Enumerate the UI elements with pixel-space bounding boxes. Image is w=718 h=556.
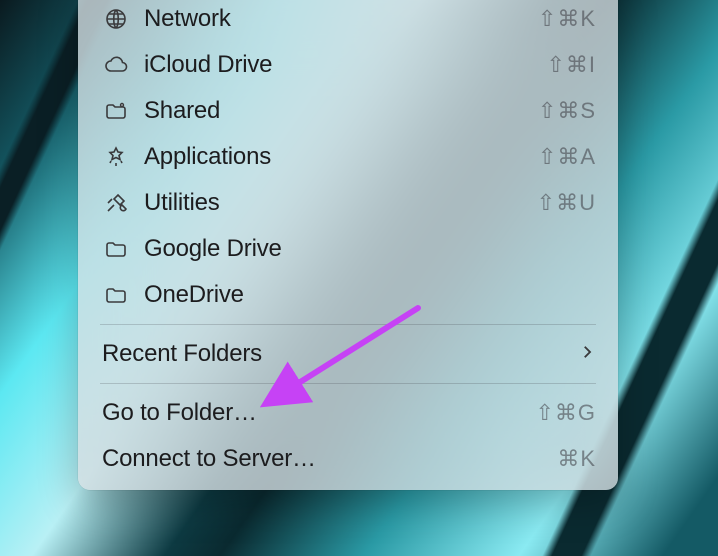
menu-divider [100, 324, 596, 325]
menu-divider [100, 383, 596, 384]
menu-item-onedrive[interactable]: OneDrive [78, 272, 618, 318]
folder-icon [102, 283, 130, 307]
menu-item-label: Recent Folders [102, 340, 578, 368]
finder-go-menu: Network ⇧⌘K iCloud Drive ⇧⌘I Shared ⇧⌘S … [78, 0, 618, 490]
menu-item-label: Shared [144, 97, 538, 125]
menu-shortcut: ⇧⌘I [546, 52, 596, 78]
menu-item-label: Applications [144, 143, 538, 171]
menu-item-label: Go to Folder… [102, 399, 535, 427]
applications-icon [102, 145, 130, 169]
utilities-icon [102, 191, 130, 215]
menu-item-label: Network [144, 5, 538, 33]
menu-item-go-to-folder[interactable]: Go to Folder… ⇧⌘G [78, 390, 618, 436]
menu-item-google-drive[interactable]: Google Drive [78, 226, 618, 272]
folder-icon [102, 237, 130, 261]
menu-item-recent-folders[interactable]: Recent Folders [78, 331, 618, 377]
menu-item-label: Connect to Server… [102, 445, 557, 473]
menu-item-utilities[interactable]: Utilities ⇧⌘U [78, 180, 618, 226]
menu-item-connect-to-server[interactable]: Connect to Server… ⌘K [78, 436, 618, 482]
menu-item-label: Google Drive [144, 235, 596, 263]
globe-icon [102, 7, 130, 31]
menu-shortcut: ⇧⌘U [537, 190, 596, 216]
menu-item-shared[interactable]: Shared ⇧⌘S [78, 88, 618, 134]
shared-folder-icon [102, 99, 130, 123]
menu-shortcut: ⇧⌘G [535, 400, 596, 426]
menu-item-network[interactable]: Network ⇧⌘K [78, 0, 618, 42]
chevron-right-icon [578, 341, 596, 367]
menu-shortcut: ⇧⌘S [538, 98, 596, 124]
menu-item-icloud[interactable]: iCloud Drive ⇧⌘I [78, 42, 618, 88]
menu-item-label: iCloud Drive [144, 51, 546, 79]
menu-item-label: Utilities [144, 189, 537, 217]
menu-item-applications[interactable]: Applications ⇧⌘A [78, 134, 618, 180]
menu-shortcut: ⇧⌘A [538, 144, 596, 170]
menu-shortcut: ⇧⌘K [538, 6, 596, 32]
menu-item-label: OneDrive [144, 281, 596, 309]
menu-shortcut: ⌘K [557, 446, 596, 472]
cloud-icon [102, 53, 130, 77]
